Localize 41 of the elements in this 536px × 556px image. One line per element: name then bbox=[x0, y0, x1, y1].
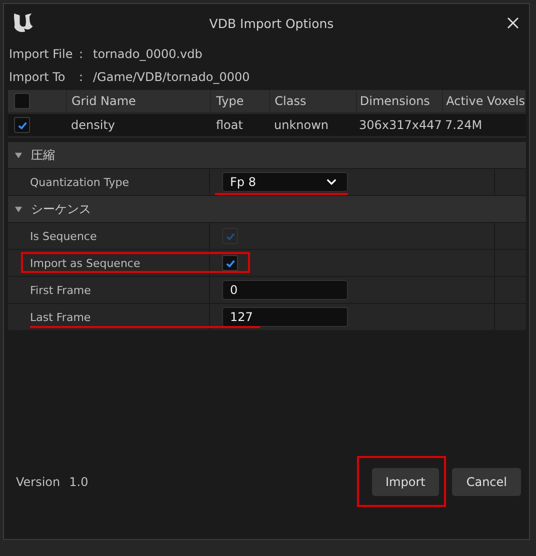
version-label: Version bbox=[16, 475, 60, 489]
dropdown[interactable]: Fp 8 bbox=[222, 172, 348, 192]
close-icon[interactable] bbox=[507, 17, 519, 29]
colon-text: : bbox=[79, 46, 84, 60]
property-label: First Frame bbox=[30, 284, 91, 296]
checkmark-icon bbox=[16, 120, 28, 130]
property-label: Quantization Type bbox=[30, 176, 130, 188]
column-header[interactable]: Dimensions bbox=[356, 90, 442, 112]
checkmark-icon bbox=[224, 258, 236, 268]
version-value: 1.0 bbox=[69, 475, 88, 489]
column-header[interactable]: Active Voxels bbox=[443, 90, 525, 112]
category-header[interactable]: 圧縮 bbox=[8, 142, 526, 169]
table-cell-text: float bbox=[215, 117, 244, 134]
category-header[interactable]: シーケンス bbox=[8, 196, 526, 223]
caret-icon[interactable] bbox=[14, 150, 23, 160]
checkmark-icon bbox=[224, 230, 236, 242]
table-cell-text: unknown bbox=[273, 117, 330, 134]
column-header[interactable]: Class bbox=[270, 90, 356, 112]
window-title: VDB Import Options bbox=[208, 16, 335, 30]
info-label: Import File bbox=[9, 46, 74, 60]
property-label: Import as Sequence bbox=[30, 256, 140, 270]
colon-text: : bbox=[79, 70, 84, 84]
info-label: Import To bbox=[9, 70, 66, 84]
caret-icon[interactable] bbox=[14, 204, 23, 214]
dialog-button[interactable]: Cancel bbox=[452, 468, 521, 496]
table-cell-text: density bbox=[70, 117, 116, 134]
table-cell-text: 306x317x447 bbox=[358, 117, 442, 134]
chevron-icon bbox=[326, 178, 337, 186]
number-field[interactable]: 127 bbox=[222, 307, 348, 327]
number-field[interactable]: 0 bbox=[222, 280, 348, 300]
table-cell-text: 7.24M bbox=[444, 117, 484, 134]
checkbox[interactable] bbox=[14, 93, 30, 109]
checkbox[interactable] bbox=[14, 117, 30, 133]
info-value: /Game/VDB/tornado_0000 bbox=[93, 70, 250, 84]
column-header[interactable]: Grid Name bbox=[66, 90, 210, 112]
column-header[interactable]: Type bbox=[211, 90, 269, 112]
property-label: Is Sequence bbox=[30, 230, 97, 242]
info-value: tornado_0000.vdb bbox=[93, 46, 202, 60]
checkbox[interactable] bbox=[222, 255, 238, 271]
dialog-button[interactable]: Import bbox=[372, 468, 440, 496]
property-label: Last Frame bbox=[30, 310, 91, 324]
